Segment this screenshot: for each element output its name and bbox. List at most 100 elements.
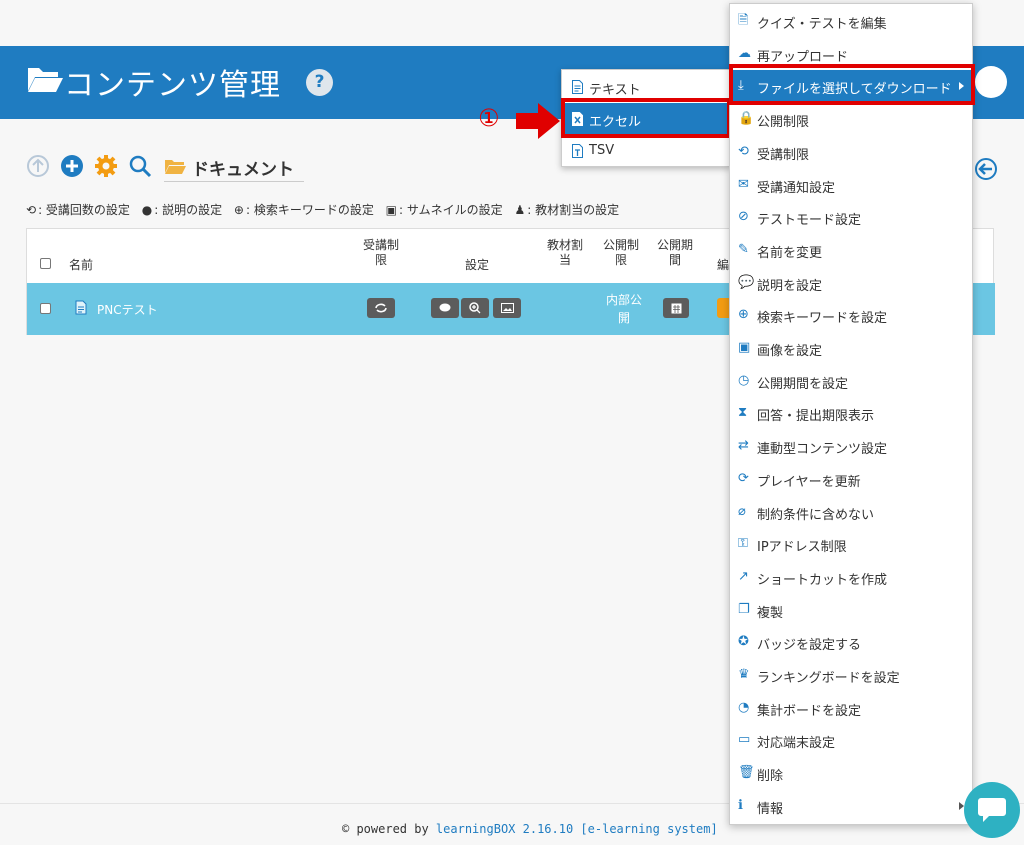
menu-item-label: 連動型コンテンツ設定 — [757, 442, 888, 458]
folder-icon — [165, 160, 186, 174]
repeat-icon: ⟲ — [738, 143, 749, 159]
users-icon: ♟ — [514, 203, 526, 217]
award-icon: ✪ — [738, 634, 749, 650]
menu-item-label: 複製 — [757, 605, 784, 621]
attend-limit-button[interactable] — [367, 298, 395, 318]
menu-item-ranking[interactable]: ♛ ランキングボードを設定 — [730, 659, 972, 692]
header-attend-limit: 受講制 限 — [362, 238, 399, 267]
search-icon[interactable] — [128, 154, 152, 178]
external-link-icon: ↗ — [738, 568, 749, 584]
paperclip-icon: ⌀ — [738, 503, 746, 519]
lock-icon: 🔒 — [738, 111, 755, 127]
footer-text: © powered by learningBOX 2.16.10 [e-lear… — [342, 822, 718, 836]
menu-item-pencil[interactable]: ✎ 名前を変更 — [730, 234, 972, 267]
public-status: 内部公 開 — [605, 293, 642, 325]
devices-icon: ▭ — [738, 732, 751, 748]
add-icon[interactable] — [60, 154, 84, 178]
submenu-item-tsv[interactable]: TSV — [562, 135, 730, 167]
breadcrumb[interactable]: ドキュメント — [164, 154, 304, 182]
gear-icon[interactable] — [94, 154, 118, 178]
page-title: コンテンツ管理 — [64, 68, 281, 103]
thumbnail-button[interactable] — [493, 298, 521, 318]
comment-icon: 💬 — [738, 274, 755, 290]
repeat-icon — [375, 303, 387, 313]
breadcrumb-label: ドキュメント — [192, 160, 294, 180]
up-arrow-icon[interactable] — [26, 154, 50, 178]
menu-item-info[interactable]: ℹ 情報 — [730, 790, 972, 823]
menu-item-envelope[interactable]: ✉ 受講通知設定 — [730, 169, 972, 202]
menu-item-external-link[interactable]: ↗ ショートカットを作成 — [730, 561, 972, 594]
menu-item-label: 説明を設定 — [757, 278, 823, 294]
header-name[interactable]: 名前 — [69, 258, 93, 273]
icon-legend: ⟲: 受講回数の設定 ●: 説明の設定 ⊕: 検索キーワードの設定 ▣: サムネ… — [26, 201, 621, 218]
refresh-icon: ⟳ — [738, 470, 749, 486]
chat-button[interactable] — [964, 782, 1020, 838]
help-icon[interactable]: ? — [306, 69, 333, 96]
menu-item-label: バッジを設定する — [757, 638, 862, 654]
menu-item-file[interactable]: 🗎 クイズ・テストを編集 — [730, 5, 972, 38]
menu-item-label: 再アップロード — [757, 49, 849, 65]
menu-item-eye-slash[interactable]: ⊘ テストモード設定 — [730, 201, 972, 234]
menu-item-label: 受講制限 — [757, 147, 810, 163]
submenu-label: テキスト — [589, 83, 641, 98]
trash-icon: 🗑 — [738, 765, 755, 781]
header-settings: 設定 — [464, 258, 489, 272]
menu-item-label: 名前を変更 — [757, 245, 823, 261]
menu-item-comment[interactable]: 💬 説明を設定 — [730, 267, 972, 300]
menu-item-label: テストモード設定 — [757, 213, 862, 229]
menu-item-hourglass[interactable]: ⧗ 回答・提出期限表示 — [730, 397, 972, 430]
step-marker: ① — [478, 104, 500, 132]
menu-item-label: 集計ボードを設定 — [757, 703, 862, 719]
submenu-label: TSV — [589, 143, 615, 158]
menu-item-repeat[interactable]: ⟲ 受講制限 — [730, 136, 972, 169]
eye-slash-icon: ⊘ — [738, 209, 749, 225]
search-plus-icon: ⊕ — [738, 307, 749, 323]
menu-item-label: 情報 — [757, 801, 784, 817]
footer-brand-link[interactable]: learningBOX 2.16.10 [e-learning system] — [436, 822, 718, 836]
header-public-limit: 公開制 限 — [602, 238, 639, 267]
description-button[interactable] — [431, 298, 459, 318]
menu-item-trash[interactable]: 🗑 削除 — [730, 757, 972, 790]
search-plus-icon: ⊕ — [233, 203, 244, 217]
comment-icon — [439, 303, 451, 312]
menu-item-label: 削除 — [757, 769, 784, 785]
pie-chart-icon: ◔ — [738, 699, 750, 715]
highlight-box-download — [729, 64, 975, 105]
menu-item-award[interactable]: ✪ バッジを設定する — [730, 626, 972, 659]
menu-item-refresh[interactable]: ⟳ プレイヤーを更新 — [730, 463, 972, 496]
menu-item-lock[interactable]: 🔒 公開制限 — [730, 103, 972, 136]
file-text-icon — [572, 80, 583, 94]
avatar[interactable] — [975, 66, 1007, 98]
envelope-icon: ✉ — [738, 176, 749, 192]
row-name[interactable]: PNCテスト — [97, 301, 158, 318]
period-button[interactable] — [663, 298, 689, 318]
menu-item-copy[interactable]: ❐ 複製 — [730, 594, 972, 627]
menu-item-image[interactable]: ▣ 画像を設定 — [730, 332, 972, 365]
row-checkbox[interactable] — [40, 303, 51, 314]
header-assign: 教材割 当 — [546, 238, 583, 267]
select-all-checkbox[interactable] — [40, 258, 51, 269]
menu-item-label: 公開制限 — [757, 115, 810, 131]
menu-item-search-plus[interactable]: ⊕ 検索キーワードを設定 — [730, 299, 972, 332]
menu-item-label: プレイヤーを更新 — [757, 474, 861, 490]
folder-open-icon — [28, 68, 63, 92]
red-arrow-icon — [516, 103, 560, 139]
repeat-icon: ⟲ — [26, 203, 37, 217]
menu-item-label: 検索キーワードを設定 — [757, 311, 888, 327]
chat-bubble-icon — [978, 798, 1006, 822]
menu-item-exchange[interactable]: ⇄ 連動型コンテンツ設定 — [730, 430, 972, 463]
info-icon: ℹ — [738, 797, 743, 813]
menu-item-label: クイズ・テストを編集 — [757, 17, 887, 32]
back-arrow-icon[interactable] — [974, 157, 998, 181]
menu-item-user-lock[interactable]: ⚿ IPアドレス制限 — [730, 528, 972, 561]
keyword-button[interactable] — [461, 298, 489, 318]
menu-item-paperclip[interactable]: ⌀ 制約条件に含めない — [730, 496, 972, 529]
menu-item-clock[interactable]: ◷ 公開期間を設定 — [730, 365, 972, 398]
menu-item-pie-chart[interactable]: ◔ 集計ボードを設定 — [730, 692, 972, 725]
menu-item-label: 公開期間を設定 — [757, 376, 849, 392]
image-icon — [500, 303, 514, 313]
footer-prefix: © powered by — [342, 822, 436, 836]
comment-icon: ● — [141, 203, 153, 217]
menu-item-devices[interactable]: ▭ 対応端末設定 — [730, 724, 972, 757]
menu-item-label: 受講通知設定 — [757, 180, 836, 196]
